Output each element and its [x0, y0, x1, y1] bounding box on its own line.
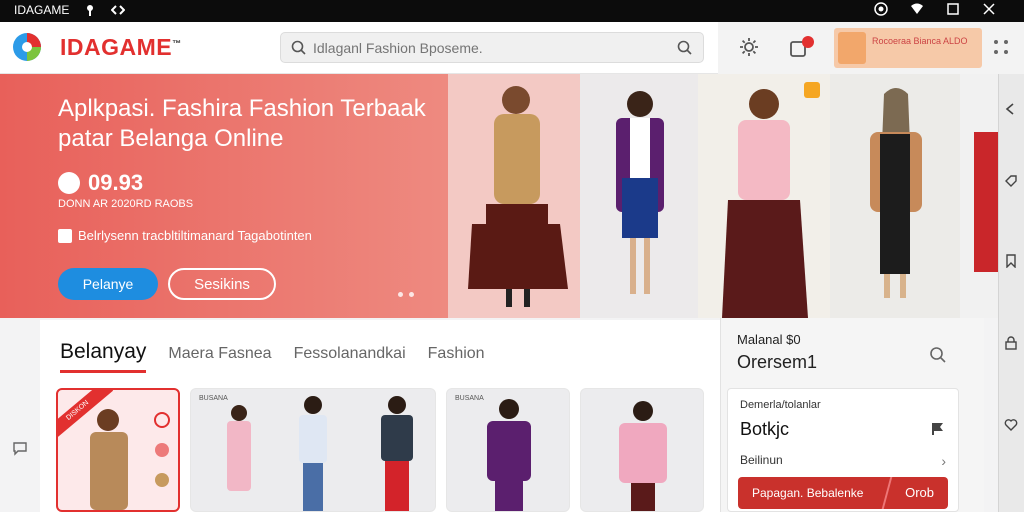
tab-belanyay[interactable]: Belanyay	[60, 340, 147, 373]
flag-icon[interactable]	[930, 421, 946, 437]
search-input[interactable]	[313, 37, 653, 59]
settings-icon[interactable]	[738, 36, 760, 58]
side-search-icon[interactable]	[929, 346, 947, 364]
trademark: ™	[172, 38, 182, 49]
search-submit-icon[interactable]	[677, 40, 693, 56]
product-card-3[interactable]: BUSANA	[446, 388, 570, 512]
wifi-icon	[911, 3, 923, 14]
badge-icon	[804, 82, 820, 98]
product-image-4	[619, 401, 667, 511]
product-image-3	[487, 399, 531, 511]
chevron-right-icon[interactable]: ›	[941, 453, 946, 469]
model-image-5	[960, 74, 998, 318]
promo-chip[interactable]: Rocoeraa Bianca ALDO	[834, 28, 982, 68]
price-value: 09.93	[88, 170, 144, 195]
hero-note: Belrlysenn tracbltiltimanard Tagabotinte…	[58, 228, 312, 243]
brand-name[interactable]: IDAGAME™	[60, 34, 182, 61]
side-panel: Malanal $0 Orersem1 Demerla/tolanlar Bot…	[720, 318, 984, 512]
menu-icon[interactable]	[992, 38, 1010, 56]
hero-subtitle: DONN AR 2020RD RAOBS	[58, 198, 194, 210]
hero-banner: Aplkpasi. Fashira Fashion Terbaak patar …	[0, 74, 998, 318]
side-info-card: Demerla/tolanlar Botkjc Beilinun › Papag…	[727, 388, 959, 512]
header-actions: Rocoeraa Bianca ALDO	[718, 22, 1024, 74]
side-heading-2: Orersem1	[737, 352, 818, 372]
tab-maera-fasnea[interactable]: Maera Fasnea	[168, 345, 271, 363]
brand-text: IDAGAME	[60, 34, 173, 60]
hero-price: 09.93	[58, 170, 143, 196]
model-image-4	[830, 74, 960, 318]
product-card-2[interactable]: BUSANA	[190, 388, 436, 512]
promo-avatar	[838, 32, 866, 64]
top-bar: IDAGAME™ Rocoeraa Bianca ALDO	[0, 22, 1024, 74]
hero-text-panel: Aplkpasi. Fashira Fashion Terbaak patar …	[0, 74, 448, 318]
side-info-value: Botkjc	[740, 419, 790, 439]
tab-fessolanandkai[interactable]: Fessolanandkai	[294, 345, 406, 363]
pin-icon	[87, 5, 94, 16]
product-card-2-label: BUSANA	[199, 395, 228, 402]
cart-icon[interactable]	[788, 36, 816, 60]
checkout-button-label: Papagan. Bebalenke	[752, 486, 864, 500]
promo-text: Rocoeraa Bianca ALDO	[872, 36, 968, 46]
model-figure-1	[468, 86, 568, 307]
checkout-button-action: Orob	[905, 485, 934, 500]
side-info-label: Demerla/tolanlar	[740, 399, 821, 411]
product-card-1[interactable]: DISKON	[56, 388, 180, 512]
tab-fashion[interactable]: Fashion	[428, 345, 485, 363]
note-icon	[58, 228, 72, 243]
carousel-dot[interactable]	[409, 292, 414, 297]
logo-icon[interactable]	[12, 32, 42, 62]
hero-title: Aplkpasi. Fashira Fashion Terbaak patar …	[58, 95, 426, 152]
product-section: Belanyay Maera Fasnea Fessolanandkai Fas…	[40, 320, 720, 512]
model-image-3	[698, 74, 830, 318]
heart-icon[interactable]	[1004, 418, 1018, 432]
chat-icon[interactable]	[12, 440, 28, 456]
product-card-3-label: BUSANA	[455, 395, 484, 402]
checkout-button[interactable]: Papagan. Bebalenke Orob	[738, 477, 948, 509]
search-icon	[291, 40, 306, 55]
model-figure-4	[870, 88, 922, 298]
camera-icon[interactable]	[874, 2, 888, 16]
product-grid: DISKON BUSANA BUSANA	[56, 388, 704, 512]
model-image-2	[580, 74, 698, 318]
window-icon[interactable]	[946, 2, 960, 16]
left-edge	[0, 320, 40, 512]
code-icon	[111, 5, 126, 15]
lock-icon[interactable]	[1004, 336, 1018, 350]
model-figure-3	[722, 89, 808, 318]
model-figure-5	[974, 132, 998, 272]
status-bar: IDAGAME	[0, 0, 1024, 22]
search-bar[interactable]	[280, 32, 704, 63]
category-tabs: Belanyay Maera Fasnea Fessolanandkai Fas…	[60, 340, 485, 373]
button-divider	[881, 477, 893, 509]
carousel-dots[interactable]	[398, 292, 414, 297]
side-info-row[interactable]: Beilinun	[740, 453, 783, 467]
tag-icon[interactable]	[1004, 174, 1018, 188]
status-app-name: IDAGAME	[14, 3, 70, 17]
hero-note-text: Belrlysenn tracbltiltimanard Tagabotinte…	[78, 228, 312, 243]
back-icon[interactable]	[1004, 102, 1018, 116]
model-figure-2	[616, 91, 664, 294]
side-heading-1: Malanal $0	[737, 332, 801, 347]
price-tag-icon	[58, 172, 80, 194]
shop-button[interactable]: Pelanye	[58, 268, 158, 300]
bookmark-icon[interactable]	[1004, 254, 1018, 268]
right-rail	[998, 74, 1024, 512]
product-card-4[interactable]	[580, 388, 704, 512]
model-image-1	[448, 74, 580, 318]
carousel-dot[interactable]	[398, 292, 403, 297]
secondary-button[interactable]: Sesikins	[168, 268, 276, 300]
product-image-2	[227, 396, 413, 511]
close-icon[interactable]	[982, 2, 996, 16]
